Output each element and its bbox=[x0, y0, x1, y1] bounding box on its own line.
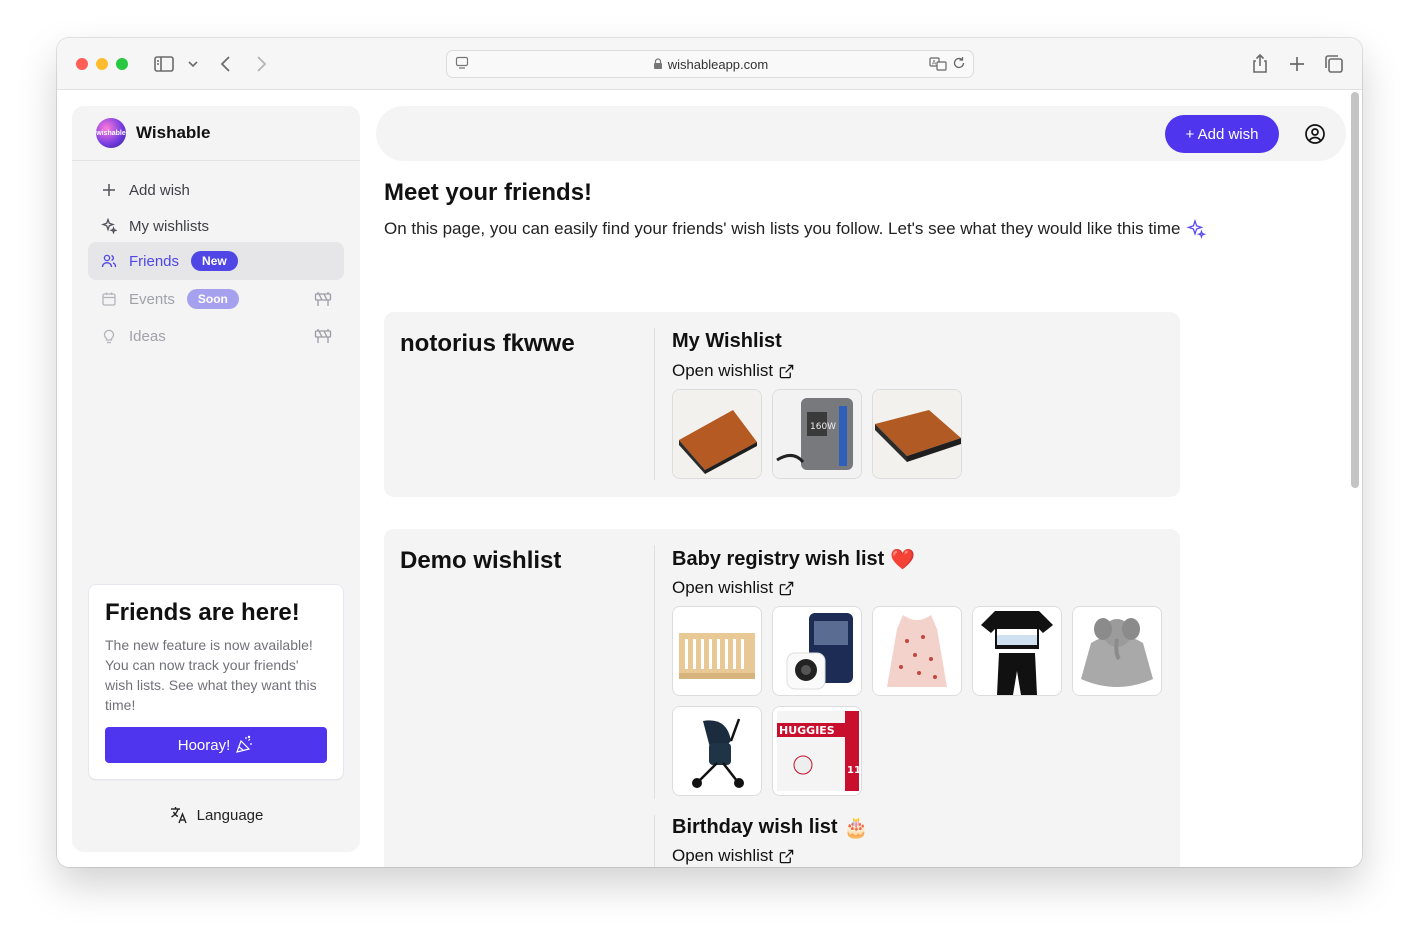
construction-barrier-icon bbox=[314, 291, 332, 307]
top-bar: + Add wish bbox=[376, 106, 1346, 161]
wish-item-thumbnail[interactable] bbox=[872, 606, 962, 696]
friend-name: Demo wishlist bbox=[400, 547, 562, 574]
divider bbox=[654, 815, 655, 867]
open-wishlist-label: Open wishlist bbox=[672, 361, 774, 380]
construction-barrier-icon bbox=[314, 328, 332, 344]
user-circle-icon[interactable] bbox=[1304, 123, 1326, 145]
divider bbox=[654, 328, 655, 480]
wishlist-title-text: Birthday wish list bbox=[672, 816, 838, 838]
divider bbox=[654, 545, 655, 799]
sparkles-icon bbox=[1186, 219, 1207, 239]
wish-item-thumbnail[interactable] bbox=[672, 606, 762, 696]
friend-name: notorius fkwwe bbox=[400, 330, 575, 357]
wish-item-thumbnail[interactable]: HUGGIES 11 bbox=[772, 706, 862, 796]
wishable-logo: wishable bbox=[96, 118, 126, 148]
users-icon bbox=[101, 253, 117, 269]
hooray-label: Hooray! bbox=[177, 736, 231, 754]
wishlist-items: 160W bbox=[672, 389, 1162, 479]
party-popper-icon bbox=[236, 735, 253, 753]
sidebar-item-label: Events bbox=[129, 290, 175, 308]
minimize-window-button[interactable] bbox=[96, 58, 108, 70]
url-text[interactable]: wishableapp.com bbox=[668, 57, 768, 72]
open-wishlist-link[interactable]: Open wishlist bbox=[672, 578, 794, 598]
sidebar-item-label: My wishlists bbox=[129, 217, 210, 235]
browser-window: wishableapp.com A wishable Wishable Add … bbox=[57, 38, 1362, 867]
promo-text: The new feature is now available! You ca… bbox=[105, 637, 317, 713]
forward-icon[interactable] bbox=[249, 52, 273, 76]
language-label: Language bbox=[196, 806, 264, 824]
wishlist-title: Birthday wish list 🎂 bbox=[672, 815, 869, 840]
reload-icon[interactable] bbox=[952, 56, 966, 70]
sidebar-item-label: Add wish bbox=[129, 181, 190, 199]
translate-icon[interactable]: A bbox=[929, 56, 947, 72]
svg-text:160W: 160W bbox=[810, 422, 836, 432]
new-tab-icon[interactable] bbox=[1285, 52, 1309, 76]
svg-text:HUGGIES: HUGGIES bbox=[779, 724, 835, 737]
sidebar-item-ideas: Ideas bbox=[88, 317, 344, 355]
open-wishlist-label: Open wishlist bbox=[672, 578, 774, 597]
wish-item-thumbnail[interactable] bbox=[672, 389, 762, 479]
wish-item-thumbnail[interactable] bbox=[1072, 606, 1162, 696]
page-subtitle: On this page, you can easily find your f… bbox=[384, 219, 1207, 239]
promo-title: Friends are here! bbox=[105, 599, 300, 626]
sidebar: wishable Wishable Add wish My wishlists bbox=[72, 106, 360, 852]
external-link-icon bbox=[779, 364, 794, 378]
sidebar-item-label: Friends bbox=[129, 252, 180, 270]
wishlist-title: Baby registry wish list ❤️ bbox=[672, 547, 915, 572]
sidebar-toggle-icon[interactable] bbox=[152, 52, 176, 76]
chevron-down-icon[interactable] bbox=[181, 52, 198, 76]
wish-item-thumbnail[interactable] bbox=[972, 606, 1062, 696]
page-title: Meet your friends! bbox=[384, 179, 593, 206]
cake-emoji: 🎂 bbox=[843, 817, 869, 839]
sidebar-item-my-wishlists[interactable]: My wishlists bbox=[88, 207, 344, 245]
sidebar-item-add-wish[interactable]: Add wish bbox=[88, 171, 344, 209]
wishlist-items: HUGGIES 11 bbox=[672, 606, 1162, 796]
friend-card: Demo wishlist Baby registry wish list ❤️… bbox=[384, 529, 1180, 867]
close-window-button[interactable] bbox=[76, 58, 88, 70]
tabs-overview-icon[interactable] bbox=[1322, 52, 1346, 76]
heart-emoji: ❤️ bbox=[890, 549, 916, 571]
soon-badge: Soon bbox=[186, 289, 239, 309]
svg-text:11: 11 bbox=[847, 765, 861, 776]
friends-promo-card: Friends are here! The new feature is now… bbox=[88, 584, 344, 780]
plus-icon bbox=[101, 182, 117, 198]
friend-card: notorius fkwwe My Wishlist Open wishlist… bbox=[384, 312, 1180, 497]
page-content: wishable Wishable Add wish My wishlists bbox=[57, 91, 1362, 867]
share-icon[interactable] bbox=[1248, 52, 1272, 76]
external-link-icon bbox=[779, 849, 794, 863]
sidebar-item-label: Ideas bbox=[129, 327, 166, 345]
add-wish-button[interactable]: + Add wish bbox=[1165, 115, 1279, 153]
address-bar[interactable]: wishableapp.com A bbox=[446, 50, 974, 78]
wish-item-thumbnail[interactable] bbox=[672, 706, 762, 796]
page-menu-icon[interactable] bbox=[455, 56, 469, 70]
sparkles-icon bbox=[101, 218, 117, 234]
lightbulb-icon bbox=[101, 328, 117, 344]
brand-name: Wishable bbox=[136, 123, 211, 142]
wish-item-thumbnail[interactable] bbox=[872, 389, 962, 479]
open-wishlist-link[interactable]: Open wishlist bbox=[672, 361, 794, 381]
language-icon bbox=[170, 807, 187, 824]
page-scrollbar[interactable] bbox=[1351, 92, 1359, 488]
sidebar-item-friends[interactable]: Friends New bbox=[88, 242, 344, 280]
browser-titlebar: wishableapp.com A bbox=[57, 38, 1362, 90]
external-link-icon bbox=[779, 581, 794, 595]
page-subtitle-text: On this page, you can easily find your f… bbox=[384, 219, 1181, 238]
sidebar-item-events: Events Soon bbox=[88, 280, 344, 318]
maximize-window-button[interactable] bbox=[116, 58, 128, 70]
open-wishlist-link[interactable]: Open wishlist bbox=[672, 846, 794, 866]
brand[interactable]: wishable Wishable bbox=[72, 106, 360, 161]
hooray-button[interactable]: Hooray! bbox=[105, 727, 327, 763]
lock-icon bbox=[652, 58, 664, 70]
new-badge: New bbox=[191, 251, 238, 271]
back-icon[interactable] bbox=[214, 52, 238, 76]
wish-item-thumbnail[interactable]: 160W bbox=[772, 389, 862, 479]
wish-item-thumbnail[interactable] bbox=[772, 606, 862, 696]
wishlist-title-text: Baby registry wish list bbox=[672, 548, 885, 570]
calendar-icon bbox=[101, 291, 117, 307]
language-button[interactable]: Language bbox=[88, 796, 344, 834]
open-wishlist-label: Open wishlist bbox=[672, 846, 774, 865]
wishlist-title: My Wishlist bbox=[672, 330, 782, 352]
